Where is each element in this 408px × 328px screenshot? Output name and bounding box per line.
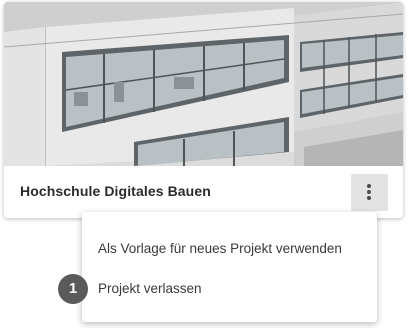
context-menu: Als Vorlage für neues Projekt verwenden … [82,212,377,322]
project-card[interactable]: Hochschule Digitales Bauen [4,2,403,218]
menu-item-leave-project[interactable]: Projekt verlassen [98,281,202,296]
more-options-button[interactable] [351,174,388,211]
menu-item-use-as-template[interactable]: Als Vorlage für neues Projekt verwenden [98,241,342,256]
project-title: Hochschule Digitales Bauen [20,183,211,199]
step-number-badge: 1 [58,274,88,304]
project-thumbnail-image[interactable] [4,2,403,166]
more-vertical-icon [367,184,372,201]
